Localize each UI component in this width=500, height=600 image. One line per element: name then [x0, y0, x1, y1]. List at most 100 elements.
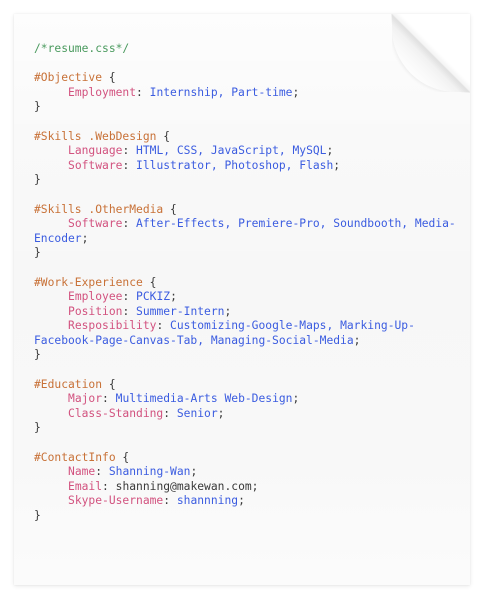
declaration-line: Class-Standing: Senior;	[34, 407, 462, 422]
declaration-line: Employee: PCKIZ;	[34, 290, 462, 305]
css-property: Software	[68, 217, 123, 231]
css-value: HTML, CSS, JavaScript, MySQL	[136, 144, 327, 158]
css-value: shanning@makewan.com	[115, 479, 252, 493]
css-value: Senior	[176, 406, 218, 420]
css-value: PCKIZ	[136, 290, 171, 304]
css-close-brace: }	[34, 421, 41, 435]
css-selector: #Work-Experience	[34, 275, 143, 289]
rule-close-line: }	[34, 173, 462, 188]
css-colon: :	[102, 392, 116, 406]
css-property: Class-Standing	[68, 406, 164, 420]
css-property: Language	[68, 144, 123, 158]
rule-open-line: #Work-Experience {	[34, 276, 462, 291]
rule-open-line: #ContactInfo {	[34, 451, 462, 466]
css-property: Employee	[68, 290, 123, 304]
css-open-brace: {	[156, 129, 171, 143]
css-selector: #Education	[34, 377, 103, 391]
css-selector: #ContactInfo	[34, 450, 116, 464]
css-value: Shanning-Wan	[108, 465, 191, 479]
css-property: Skype-Username	[68, 494, 164, 508]
declaration-line: Name: Shanning-Wan;	[34, 465, 462, 480]
css-close-brace: }	[34, 100, 41, 114]
css-close-brace: }	[34, 246, 41, 260]
css-property: Major	[68, 392, 103, 406]
css-colon: :	[122, 217, 137, 231]
css-semicolon: ;	[333, 158, 341, 172]
css-selector: #Skills .OtherMedia	[34, 202, 164, 216]
css-colon: :	[163, 494, 177, 508]
rule-open-line: #Objective {	[34, 71, 462, 86]
css-value: Summer-Intern	[136, 304, 225, 318]
rule-open-line: #Skills .OtherMedia {	[34, 203, 462, 218]
css-colon: :	[122, 144, 137, 158]
rule-open-line: #Education {	[34, 378, 462, 393]
declaration-line: Language: HTML, CSS, JavaScript, MySQL;	[34, 144, 462, 159]
css-semicolon: ;	[251, 479, 259, 493]
css-open-brace: {	[102, 377, 116, 391]
rule-close-line: }	[34, 100, 462, 115]
css-colon: :	[102, 479, 116, 493]
css-comment: /*resume.css*/	[34, 42, 130, 55]
css-value: Illustrator, Photoshop, Flash	[136, 158, 334, 172]
css-colon: :	[156, 319, 171, 333]
css-property: Employment	[68, 85, 137, 99]
css-property: Software	[68, 158, 123, 172]
css-semicolon: ;	[292, 392, 300, 406]
rule-close-line: }	[34, 246, 462, 261]
declaration-line: Position: Summer-Intern;	[34, 305, 462, 320]
css-open-brace: {	[102, 71, 116, 85]
css-semicolon: ;	[238, 494, 245, 508]
css-colon: :	[95, 465, 109, 479]
css-semicolon: ;	[224, 304, 232, 318]
css-colon: :	[136, 85, 150, 99]
declaration-line: Major: Multimedia-Arts Web-Design;	[34, 392, 462, 407]
css-property: Email	[68, 479, 103, 493]
declaration-line: Software: After-Effects, Premiere-Pro, S…	[34, 217, 462, 246]
rule-close-line: }	[34, 421, 462, 436]
css-value: Internship, Part-time	[149, 85, 293, 99]
paper-sheet: /*resume.css*/ #Objective { Employment: I…	[14, 14, 470, 585]
rule-close-line: }	[34, 509, 462, 524]
css-colon: :	[122, 290, 137, 304]
css-property: Name	[68, 465, 96, 479]
declaration-line: Employment: Internship, Part-time;	[34, 86, 462, 101]
css-value: Multimedia-Arts Web-Design	[115, 392, 293, 406]
css-semicolon: ;	[353, 333, 361, 347]
css-semicolon: ;	[292, 85, 300, 99]
declaration-line: Email: shanning@makewan.com;	[34, 480, 462, 495]
css-semicolon: ;	[170, 290, 177, 304]
declaration-line: Software: Illustrator, Photoshop, Flash;	[34, 159, 462, 174]
css-property: Resposibility	[68, 319, 157, 333]
css-colon: :	[122, 158, 137, 172]
css-property: Position	[68, 304, 123, 318]
rule-close-line: }	[34, 348, 462, 363]
css-close-brace: }	[34, 348, 41, 362]
rule-open-line: #Skills .WebDesign {	[34, 130, 462, 145]
css-open-brace: {	[142, 275, 157, 289]
css-colon: :	[122, 304, 137, 318]
declaration-line: Skype-Username: shannning;	[34, 494, 462, 509]
declaration-line: Resposibility: Customizing-Google-Maps, …	[34, 319, 462, 348]
css-code-block: /*resume.css*/ #Objective { Employment: I…	[34, 42, 462, 524]
css-open-brace: {	[115, 450, 130, 464]
css-open-brace: {	[163, 202, 177, 216]
css-selector: #Skills .WebDesign	[34, 129, 157, 143]
css-semicolon: ;	[81, 231, 89, 245]
